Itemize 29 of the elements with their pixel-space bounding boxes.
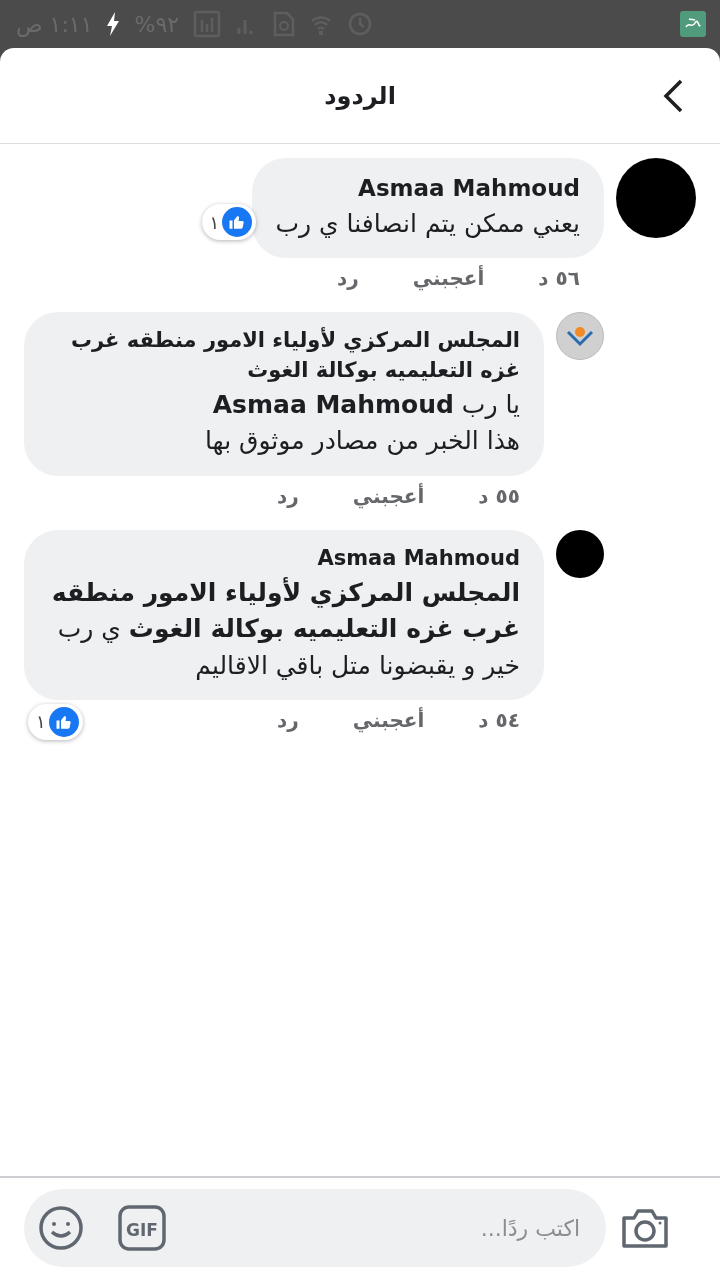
emoji-button[interactable] <box>38 1205 84 1251</box>
reaction-badge[interactable]: ١ <box>201 204 257 240</box>
comment-time: ٥٤ د <box>478 707 520 734</box>
like-link[interactable]: أعجبني <box>352 483 425 510</box>
comment-author[interactable]: Asmaa Mahmoud <box>48 543 520 574</box>
comment-time: ٥٥ د <box>478 483 520 510</box>
comment-text: هذا الخبر من مصادر موثوق بها <box>204 425 520 458</box>
gif-button[interactable]: GIF <box>118 1205 166 1251</box>
comment-author[interactable]: Asmaa Mahmoud <box>275 172 580 205</box>
page-title: الردود <box>324 81 396 110</box>
reaction-count: ١ <box>36 711 46 733</box>
comment-text: المجلس المركزي لأولياء الامور منطقه غرب غزه التعليميه بوكالة الغوث ي رب خير و يقبضونا متل باقي الاقاليم <box>50 576 520 683</box>
reply-link[interactable]: رد <box>277 707 299 734</box>
like-link[interactable]: أعجبني <box>352 707 425 734</box>
comment-author[interactable]: المجلس المركزي لأولياء الامور منطقه غرب غزه التعليميه بوكالة الغوث <box>48 326 520 386</box>
comment-text: يعني ممكن يتم انصافنا ي رب <box>275 208 580 241</box>
like-link[interactable]: أعجبني <box>412 266 485 293</box>
avatar-photo-placeholder[interactable] <box>556 529 604 578</box>
reply-link[interactable]: رد <box>337 266 359 293</box>
reply-link[interactable]: رد <box>277 483 299 510</box>
reaction-badge[interactable]: ١ <box>28 703 83 740</box>
comment-time: ٥٦ د <box>538 266 580 293</box>
logo-avatar[interactable] <box>556 312 604 361</box>
gif-label: GIF <box>126 1220 158 1240</box>
app-icon <box>680 11 706 37</box>
camera-button[interactable] <box>620 1206 670 1250</box>
reaction-count: ١ <box>209 211 220 233</box>
like-icon <box>48 706 79 737</box>
like-icon <box>222 207 253 237</box>
